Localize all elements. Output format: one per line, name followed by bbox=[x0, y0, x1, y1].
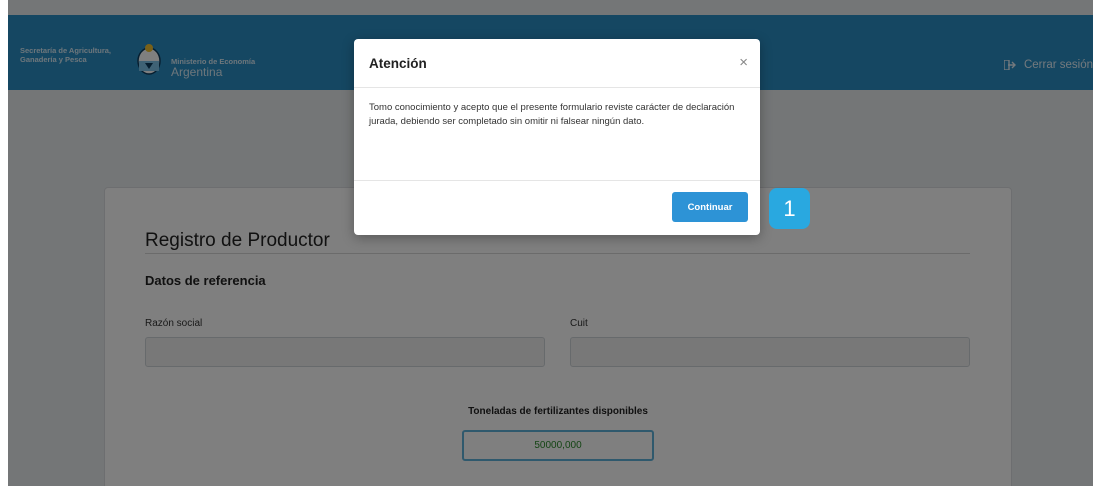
attention-modal: Atención × Tomo conocimiento y acepto qu… bbox=[354, 39, 760, 235]
modal-title: Atención bbox=[369, 56, 427, 71]
page: Secretaría de Agricultura, Ganadería y P… bbox=[8, 0, 1093, 486]
modal-footer-divider bbox=[354, 180, 760, 181]
step-number-badge: 1 bbox=[769, 188, 810, 229]
modal-header-divider bbox=[354, 87, 760, 88]
close-icon[interactable]: × bbox=[739, 54, 748, 71]
continue-button[interactable]: Continuar bbox=[672, 192, 748, 222]
modal-body-text: Tomo conocimiento y acepto que el presen… bbox=[369, 102, 735, 127]
